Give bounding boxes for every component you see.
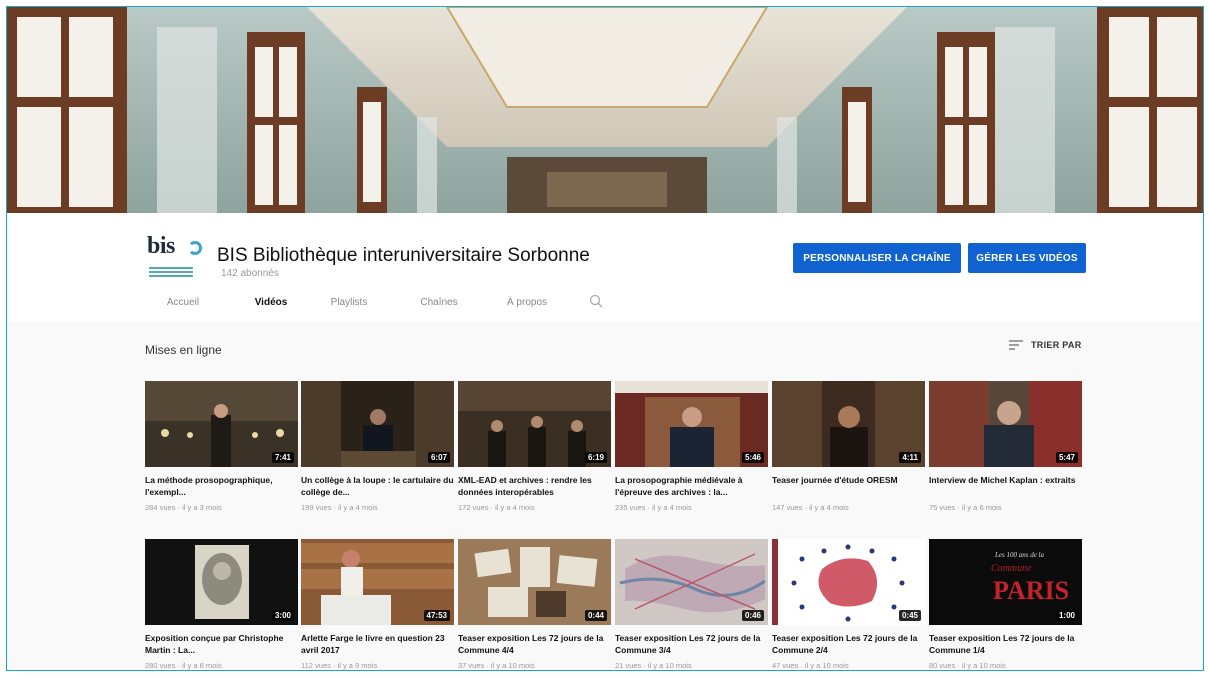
video-card[interactable]: 7:41 La méthode prosopographique, l'exem… (145, 381, 298, 512)
video-meta: 235 vues · il y a 4 mois (615, 503, 692, 512)
video-card[interactable]: 6:07 Un collège à la loupe : le cartulai… (301, 381, 454, 512)
video-card[interactable]: Les 100 ans de la Commune PARIS 1:00 Tea… (929, 539, 1082, 670)
video-title[interactable]: La prosopographie médiévale à l'épreuve … (615, 474, 768, 498)
video-thumbnail[interactable]: 47:53 (301, 539, 454, 625)
video-meta: 75 vues · il y a 6 mois (929, 503, 1002, 512)
subscriber-count: 142 abonnés (221, 268, 279, 279)
video-duration: 0:46 (741, 610, 764, 621)
search-icon[interactable] (588, 293, 604, 309)
video-title[interactable]: La méthode prosopographique, l'exempl... (145, 474, 298, 498)
video-card[interactable]: 0:45 Teaser exposition Les 72 jours de l… (772, 539, 925, 670)
overlay-line3: PARIS (993, 576, 1069, 605)
video-duration: 6:19 (584, 452, 607, 463)
video-meta: 112 vues · il y a 9 mois (301, 661, 378, 670)
video-meta: 80 vues · il y a 10 mois (929, 661, 1006, 670)
customize-channel-button[interactable]: PERSONNALISER LA CHAÎNE (793, 243, 961, 273)
video-duration: 47:53 (423, 610, 450, 621)
video-title[interactable]: Un collège à la loupe : le cartulaire du… (301, 474, 454, 498)
sort-icon (1009, 340, 1023, 350)
video-duration: 7:41 (271, 452, 294, 463)
tab-home[interactable]: Accueil (153, 297, 213, 321)
logo-text: bis (147, 233, 175, 259)
video-thumbnail[interactable]: 6:19 (458, 381, 611, 467)
sort-label: TRIER PAR (1031, 340, 1082, 350)
video-card[interactable]: 47:53 Arlette Farge le livre en question… (301, 539, 454, 670)
video-card[interactable]: 0:44 Teaser exposition Les 72 jours de l… (458, 539, 611, 670)
video-duration: 4:11 (899, 452, 921, 463)
video-thumbnail[interactable]: Les 100 ans de la Commune PARIS 1:00 (929, 539, 1082, 625)
video-meta: 172 vues · il y a 4 mois (458, 503, 535, 512)
video-meta: 37 vues · il y a 10 mois (458, 661, 535, 670)
logo-swirl-icon (188, 241, 202, 255)
video-card[interactable]: 0:46 Teaser exposition Les 72 jours de l… (615, 539, 768, 670)
video-thumbnail[interactable]: 3:00 (145, 539, 298, 625)
video-duration: 6:07 (427, 452, 450, 463)
overlay-line2: Commune (991, 563, 1032, 574)
tab-videos[interactable]: Vidéos (233, 297, 309, 323)
video-meta: 280 vues · il y a 6 mois (145, 661, 222, 670)
video-title[interactable]: Teaser journée d'étude ORESM (772, 474, 925, 498)
channel-name: BIS Bibliothèque interuniversitaire Sorb… (217, 245, 590, 266)
video-thumbnail[interactable]: 5:46 (615, 381, 768, 467)
video-thumbnail[interactable]: 0:45 (772, 539, 925, 625)
logo-lines (149, 267, 193, 279)
videos-section: Mises en ligne TRIER PAR 7:41 La méthode… (7, 321, 1203, 670)
channel-tabs: Accueil Vidéos Playlists Chaînes À propo… (153, 294, 603, 323)
video-duration: 0:45 (898, 610, 921, 621)
section-title[interactable]: Mises en ligne (145, 343, 222, 357)
video-title[interactable]: Interview de Michel Kaplan : extraits (929, 474, 1082, 498)
video-card[interactable]: 5:46 La prosopographie médiévale à l'épr… (615, 381, 768, 512)
tab-playlists[interactable]: Playlists (319, 297, 379, 321)
youtube-channel-page: bis BIS Bibliothèque interuniversitaire … (6, 6, 1204, 671)
tab-channels[interactable]: Chaînes (409, 297, 469, 321)
video-card[interactable]: 6:19 XML-EAD et archives : rendre les do… (458, 381, 611, 512)
tab-about[interactable]: À propos (497, 297, 557, 321)
overlay-line1: Les 100 ans de la (994, 551, 1045, 559)
video-meta: 47 vues · il y a 10 mois (772, 661, 849, 670)
video-card[interactable]: 5:47 Interview de Michel Kaplan : extrai… (929, 381, 1082, 512)
video-title[interactable]: Exposition conçue par Christophe Martin … (145, 632, 298, 656)
video-title[interactable]: Teaser exposition Les 72 jours de la Com… (929, 632, 1082, 656)
video-thumbnail[interactable]: 6:07 (301, 381, 454, 467)
video-duration: 0:44 (584, 610, 607, 621)
video-duration: 1:00 (1055, 610, 1078, 621)
video-duration: 5:47 (1055, 452, 1078, 463)
video-thumbnail[interactable]: 0:46 (615, 539, 768, 625)
sort-button[interactable]: TRIER PAR (1009, 339, 1082, 351)
video-title[interactable]: XML-EAD et archives : rendre les données… (458, 474, 611, 498)
channel-banner (7, 7, 1203, 213)
video-title[interactable]: Teaser exposition Les 72 jours de la Com… (772, 632, 925, 656)
video-title[interactable]: Teaser exposition Les 72 jours de la Com… (458, 632, 611, 656)
video-duration: 3:00 (271, 610, 294, 621)
video-duration: 5:46 (741, 452, 764, 463)
channel-header: bis BIS Bibliothèque interuniversitaire … (7, 213, 1203, 323)
video-card[interactable]: 3:00 Exposition conçue par Christophe Ma… (145, 539, 298, 670)
manage-videos-button[interactable]: GÉRER LES VIDÉOS (968, 243, 1086, 273)
video-title[interactable]: Arlette Farge le livre en question 23 av… (301, 632, 454, 656)
video-meta: 147 vues · il y a 4 mois (772, 503, 849, 512)
video-thumbnail[interactable]: 0:44 (458, 539, 611, 625)
video-thumbnail[interactable]: 7:41 (145, 381, 298, 467)
channel-logo[interactable]: bis (143, 231, 203, 279)
video-meta: 284 vues · il y a 3 mois (145, 503, 222, 512)
video-meta: 199 vues · il y a 4 mois (301, 503, 378, 512)
video-meta: 21 vues · il y a 10 mois (615, 661, 692, 670)
video-title[interactable]: Teaser exposition Les 72 jours de la Com… (615, 632, 768, 656)
video-thumbnail[interactable]: 4:11 (772, 381, 925, 467)
video-card[interactable]: 4:11 Teaser journée d'étude ORESM 147 vu… (772, 381, 925, 512)
video-thumbnail[interactable]: 5:47 (929, 381, 1082, 467)
